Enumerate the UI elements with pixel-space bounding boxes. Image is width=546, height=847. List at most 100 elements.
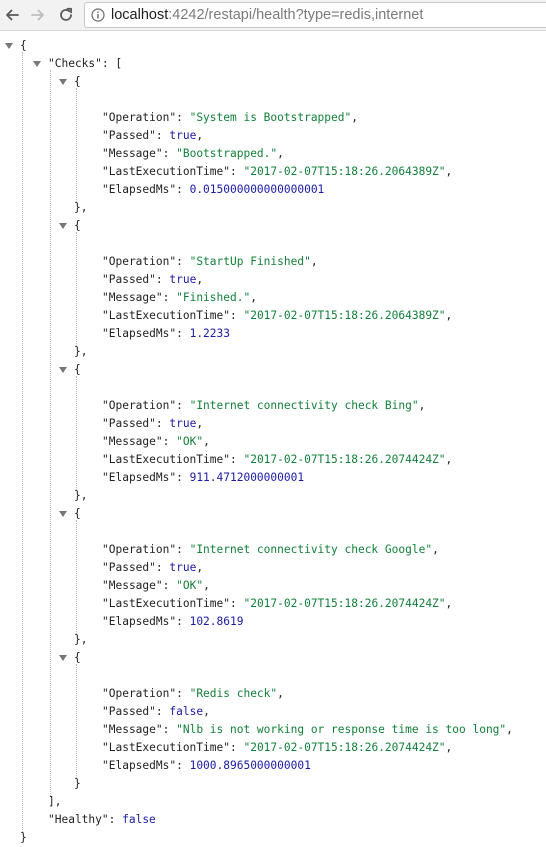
check-3-open: { bbox=[74, 505, 81, 523]
comma: , bbox=[445, 309, 453, 322]
comma: , bbox=[203, 579, 210, 592]
check-1-toggle[interactable] bbox=[58, 221, 68, 231]
check-4-elapsed-ms: "ElapsedMs": 1000.8965000000001 bbox=[102, 757, 311, 775]
field-key: "Operation" bbox=[102, 399, 177, 412]
comma: , bbox=[196, 417, 204, 430]
comma: , bbox=[196, 129, 204, 142]
address-bar[interactable]: localhost:4242/restapi/health?type=redis… bbox=[84, 2, 546, 28]
checks-toggle[interactable] bbox=[32, 59, 42, 69]
check-4-last-execution-time: "LastExecutionTime": "2017-02-07T15:18:2… bbox=[102, 739, 452, 757]
colon: : bbox=[155, 561, 170, 574]
url-path: :4242/restapi/health?type=redis,internet bbox=[168, 7, 424, 23]
field-value: "StartUp Finished" bbox=[189, 255, 311, 268]
colon: : bbox=[176, 399, 190, 412]
check-2-toggle[interactable] bbox=[58, 365, 68, 375]
check-2-last-execution-time: "LastExecutionTime": "2017-02-07T15:18:2… bbox=[102, 451, 452, 469]
field-value: "2017-02-07T15:18:26.2064389Z" bbox=[243, 309, 446, 322]
check-2-message: "Message": "OK", bbox=[102, 433, 210, 451]
check-1-last-execution-time: "LastExecutionTime": "2017-02-07T15:18:2… bbox=[102, 307, 452, 325]
field-key: "Operation" bbox=[102, 543, 177, 556]
field-key: "Passed" bbox=[102, 273, 156, 286]
field-value: "Redis check" bbox=[189, 687, 278, 700]
field-value: "2017-02-07T15:18:26.2074424Z" bbox=[243, 597, 446, 610]
checks-open-bracket: : [ bbox=[101, 57, 123, 70]
field-value: "2017-02-07T15:18:26.2074424Z" bbox=[243, 741, 446, 754]
field-key: "Operation" bbox=[102, 687, 177, 700]
field-key: "Message" bbox=[102, 579, 163, 592]
check-0-toggle[interactable] bbox=[58, 77, 68, 87]
back-button[interactable] bbox=[1, 4, 23, 26]
field-key: "Operation" bbox=[102, 111, 177, 124]
colon: : bbox=[155, 417, 170, 430]
check-2-indent-guide bbox=[76, 376, 77, 490]
colon: : bbox=[162, 723, 177, 736]
check-2-passed: "Passed": true, bbox=[102, 415, 203, 433]
comma: , bbox=[277, 687, 284, 700]
field-key: "Passed" bbox=[102, 561, 156, 574]
check-3-toggle[interactable] bbox=[58, 509, 68, 519]
healthy-line: "Healthy": false bbox=[48, 811, 156, 829]
colon: : bbox=[155, 273, 170, 286]
info-icon[interactable] bbox=[91, 8, 105, 22]
healthy-key: "Healthy" bbox=[48, 813, 109, 826]
field-value: false bbox=[169, 705, 204, 718]
checks-close-bracket: ], bbox=[48, 795, 62, 808]
field-value: "Nlb is not working or response time is … bbox=[176, 723, 507, 736]
colon: : bbox=[229, 453, 244, 466]
field-value: "Finished." bbox=[176, 291, 251, 304]
field-key: "Operation" bbox=[102, 255, 177, 268]
field-value: 911.4712000000001 bbox=[189, 471, 305, 484]
collapse-triangle-icon bbox=[59, 78, 67, 85]
check-1-close: }, bbox=[74, 343, 87, 361]
reload-button[interactable] bbox=[55, 4, 77, 26]
field-key: "Passed" bbox=[102, 705, 156, 718]
colon: : bbox=[162, 147, 177, 160]
field-value: 1.2233 bbox=[189, 327, 230, 340]
field-key: "Message" bbox=[102, 291, 163, 304]
check-4-close: } bbox=[74, 775, 81, 793]
field-value: true bbox=[169, 417, 197, 430]
collapse-triangle-icon bbox=[59, 510, 67, 517]
check-0-operation: "Operation": "System is Bootstrapped", bbox=[102, 109, 358, 127]
check-1-open: { bbox=[74, 217, 81, 235]
colon: : bbox=[176, 183, 190, 196]
forward-button[interactable] bbox=[27, 4, 49, 26]
field-value: "OK" bbox=[176, 579, 204, 592]
colon: : bbox=[176, 687, 190, 700]
json-root-open: { bbox=[20, 37, 27, 55]
root-open-brace: { bbox=[20, 39, 27, 52]
check-0-close: }, bbox=[74, 199, 87, 217]
field-key: "Passed" bbox=[102, 417, 156, 430]
colon: : bbox=[162, 291, 177, 304]
colon: : bbox=[155, 705, 170, 718]
field-key: "ElapsedMs" bbox=[102, 327, 177, 340]
check-open-brace: { bbox=[74, 75, 81, 88]
check-4-toggle[interactable] bbox=[58, 653, 68, 663]
check-4-open: { bbox=[74, 649, 81, 667]
checks-key: "Checks" bbox=[48, 57, 102, 70]
check-close-brace: } bbox=[74, 777, 81, 790]
colon: : bbox=[176, 255, 190, 268]
check-3-message: "Message": "OK", bbox=[102, 577, 210, 595]
url-host: localhost bbox=[111, 7, 169, 23]
field-value: 0.015000000000000001 bbox=[189, 183, 325, 196]
check-1-indent-guide bbox=[76, 232, 77, 346]
field-key: "ElapsedMs" bbox=[102, 615, 177, 628]
address-url: localhost:4242/restapi/health?type=redis… bbox=[111, 7, 423, 23]
field-key: "LastExecutionTime" bbox=[102, 165, 230, 178]
field-key: "Message" bbox=[102, 435, 163, 448]
root-indent-guide bbox=[22, 52, 23, 832]
comma: , bbox=[196, 561, 204, 574]
healthy-value: false bbox=[122, 813, 156, 826]
comma: , bbox=[277, 147, 284, 160]
check-4-message: "Message": "Nlb is not working or respon… bbox=[102, 721, 513, 739]
field-value: "2017-02-07T15:18:26.2074424Z" bbox=[243, 453, 446, 466]
check-0-indent-guide bbox=[76, 88, 77, 202]
root-toggle[interactable] bbox=[4, 41, 14, 51]
check-close-brace: }, bbox=[74, 489, 88, 502]
checks-key-line: "Checks": [ bbox=[48, 55, 122, 73]
check-3-operation: "Operation": "Internet connectivity chec… bbox=[102, 541, 439, 559]
collapse-triangle-icon bbox=[59, 366, 67, 373]
check-0-message: "Message": "Bootstrapped.", bbox=[102, 145, 284, 163]
check-3-indent-guide bbox=[76, 520, 77, 634]
